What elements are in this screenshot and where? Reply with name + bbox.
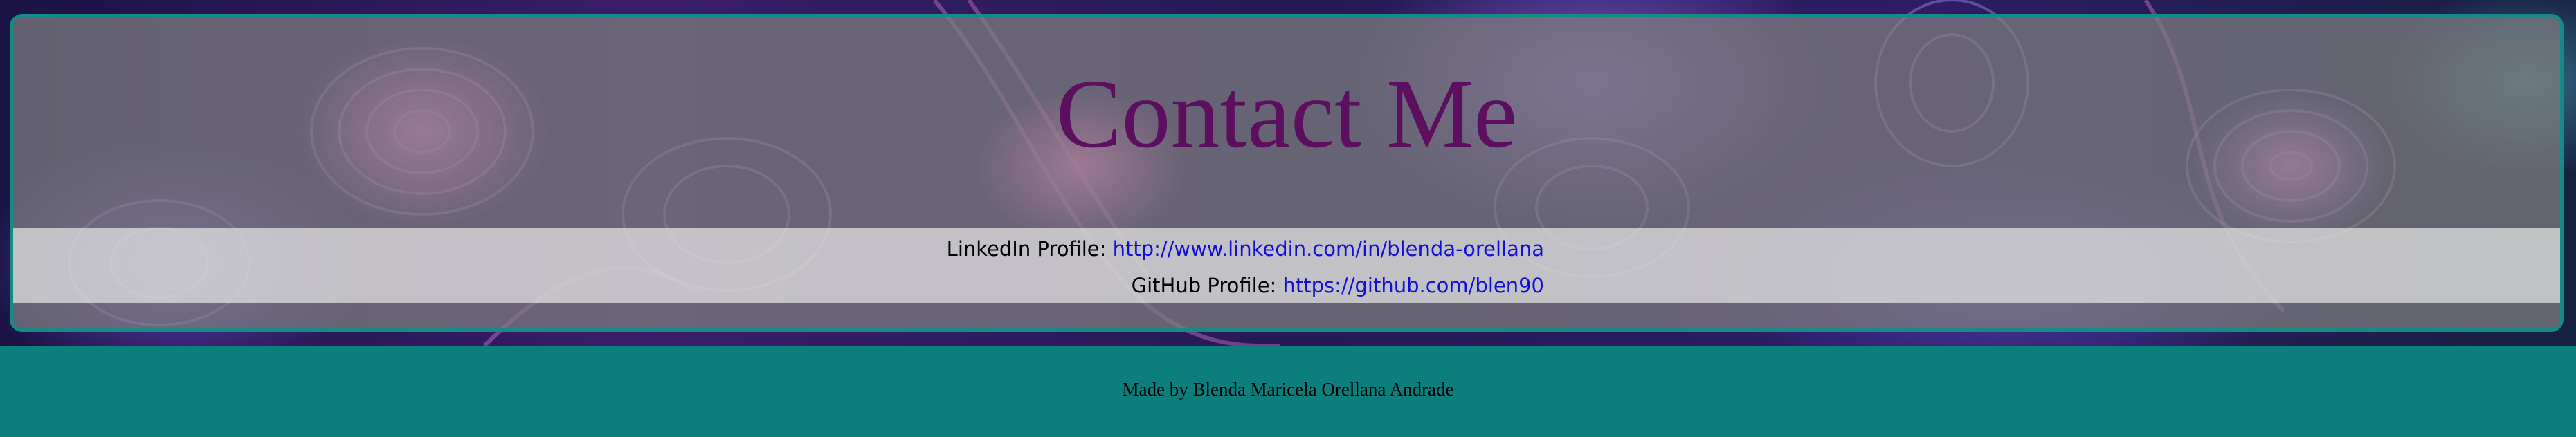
linkedin-link[interactable]: http://www.linkedin.com/in/blenda-orella… xyxy=(1113,237,1544,261)
github-label: GitHub Profile: xyxy=(1131,274,1283,297)
footer-text: Made by Blenda Maricela Orellana Andrade xyxy=(1122,379,1454,400)
page-title: Contact Me xyxy=(1055,59,1518,168)
contact-links-band: LinkedIn Profile: http://www.linkedin.co… xyxy=(13,228,2560,303)
github-link[interactable]: https://github.com/blen90 xyxy=(1283,274,1544,297)
github-row: GitHub Profile: https://github.com/blen9… xyxy=(1132,274,1544,297)
linkedin-label: LinkedIn Profile: xyxy=(946,237,1113,261)
contact-card: Contact Me LinkedIn Profile: http://www.… xyxy=(10,14,2564,332)
linkedin-row: LinkedIn Profile: http://www.linkedin.co… xyxy=(947,237,1544,261)
page-footer: Made by Blenda Maricela Orellana Andrade xyxy=(0,346,2576,437)
